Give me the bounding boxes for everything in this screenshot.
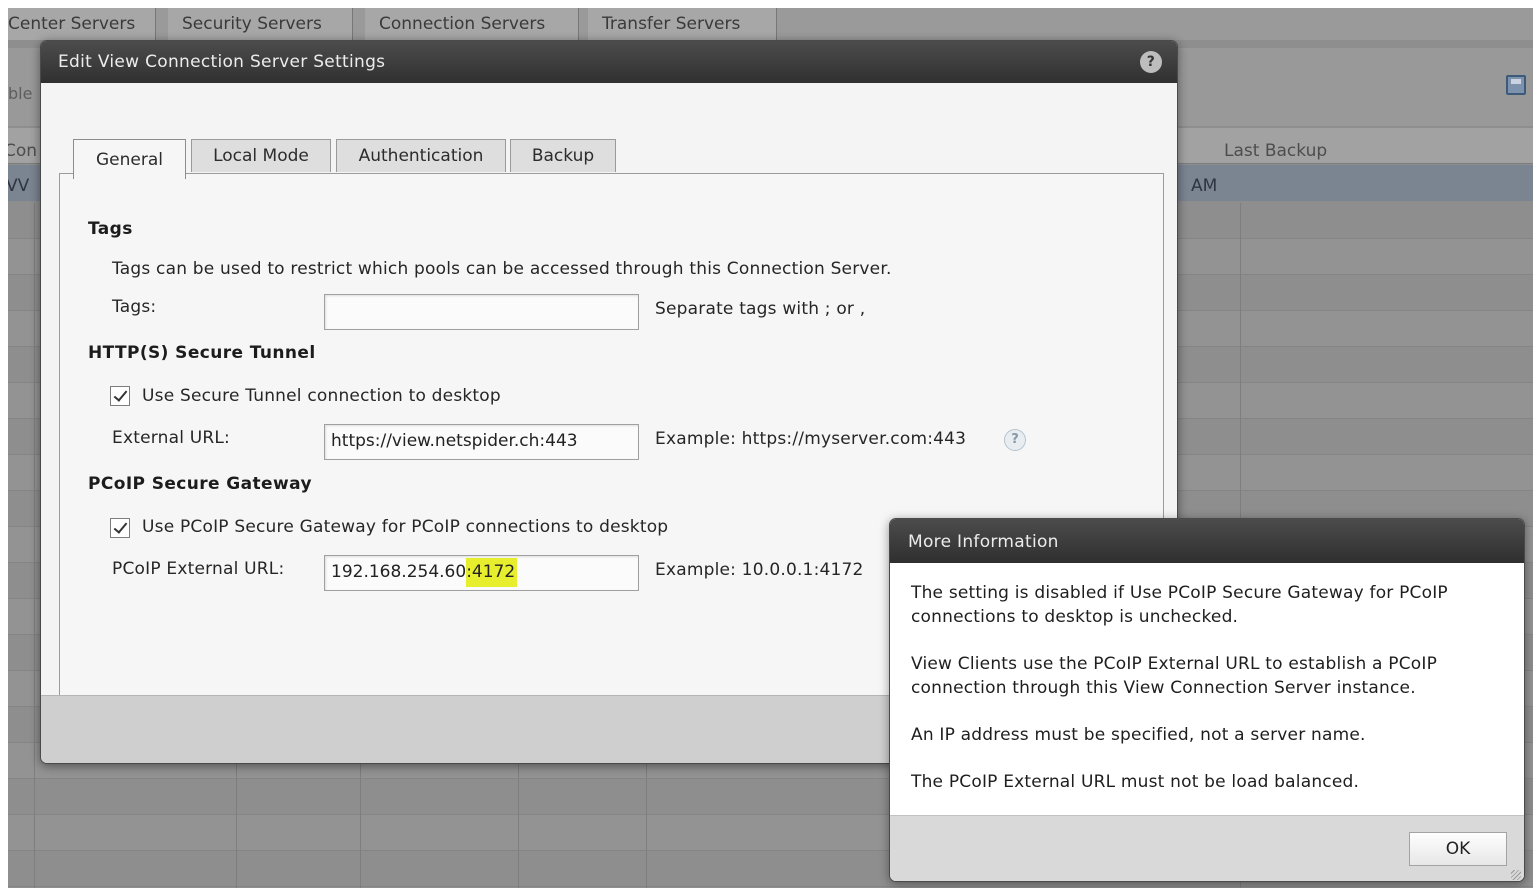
save-icon[interactable] (1506, 75, 1526, 95)
bg-tab-bar: Center Servers Security Servers Connecti… (8, 8, 1533, 40)
tab-general[interactable]: General (73, 139, 186, 179)
info-footer: OK (890, 815, 1524, 881)
resize-grip-icon[interactable] (1511, 870, 1521, 880)
tags-input[interactable] (324, 294, 639, 330)
bg-tab-transfer-servers[interactable]: Transfer Servers (588, 8, 777, 40)
info-paragraph: The setting is disabled if Use PCoIP Sec… (911, 583, 1448, 627)
pcoip-gateway-checkbox-label: Use PCoIP Secure Gateway for PCoIP conne… (142, 517, 669, 537)
info-paragraph: View Clients use the PCoIP External URL … (911, 654, 1438, 698)
bg-tab-center-servers[interactable]: Center Servers (8, 8, 156, 40)
more-information-popup: More Information The setting is disabled… (889, 518, 1525, 882)
info-paragraph: The PCoIP External URL must not be load … (911, 772, 1360, 792)
external-url-input[interactable]: https://view.netspider.ch:443 (324, 424, 639, 460)
bg-tab-connection-servers[interactable]: Connection Servers (365, 8, 579, 40)
info-titlebar[interactable]: More Information (890, 519, 1524, 563)
tags-description: Tags can be used to restrict which pools… (112, 259, 892, 279)
secure-tunnel-section-title: HTTP(S) Secure Tunnel (88, 343, 316, 363)
bg-selected-row-name: VV (8, 176, 30, 196)
pcoip-external-url-label: PCoIP External URL: (112, 559, 285, 579)
external-url-example: Example: https://myserver.com:443 (655, 429, 967, 449)
bg-toolbar-partial-label: ble (8, 84, 33, 103)
bg-selected-row-time: AM (1191, 176, 1218, 196)
dialog-title: Edit View Connection Server Settings (58, 52, 386, 72)
bg-column-divider (34, 203, 35, 888)
ok-button[interactable]: OK (1409, 832, 1507, 866)
external-url-help-icon[interactable]: ? (1004, 429, 1026, 451)
secure-tunnel-checkbox[interactable] (110, 386, 130, 406)
tab-authentication[interactable]: Authentication (336, 139, 506, 172)
pcoip-section-title: PCoIP Secure Gateway (88, 474, 312, 494)
help-icon[interactable]: ? (1140, 51, 1162, 73)
bg-column-header-partial[interactable]: Con (8, 141, 37, 161)
info-paragraph: An IP address must be specified, not a s… (911, 725, 1366, 745)
tab-backup[interactable]: Backup (510, 139, 616, 172)
info-title: More Information (908, 532, 1059, 552)
tab-local-mode[interactable]: Local Mode (191, 139, 331, 172)
bg-column-header-last-backup[interactable]: Last Backup (1224, 141, 1327, 161)
dialog-titlebar[interactable]: Edit View Connection Server Settings ? (41, 41, 1177, 83)
pcoip-external-url-example: Example: 10.0.0.1:4172 (655, 560, 864, 580)
tags-hint: Separate tags with ; or , (655, 299, 866, 319)
secure-tunnel-checkbox-label: Use Secure Tunnel connection to desktop (142, 386, 501, 406)
tags-section-title: Tags (88, 219, 133, 239)
pcoip-gateway-checkbox[interactable] (110, 518, 130, 538)
bg-tab-security-servers[interactable]: Security Servers (168, 8, 353, 40)
tags-label: Tags: (112, 297, 157, 317)
pcoip-url-host: 192.168.254.60 (331, 562, 467, 582)
pcoip-external-url-input[interactable]: 192.168.254.60:4172 (324, 555, 639, 591)
external-url-label: External URL: (112, 428, 230, 448)
pcoip-url-port-highlight: :4172 (466, 558, 518, 587)
